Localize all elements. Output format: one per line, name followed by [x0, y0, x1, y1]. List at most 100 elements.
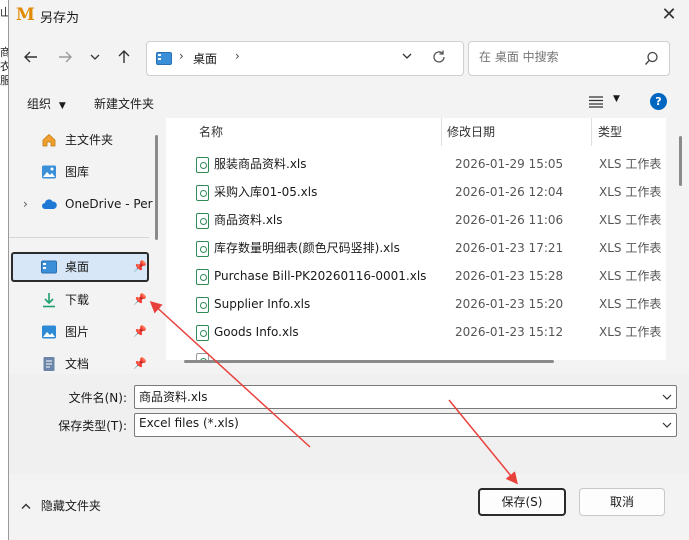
column-header-type[interactable]: 类型	[598, 118, 622, 146]
nav-item-downloads[interactable]: 下载 📌	[11, 285, 149, 315]
view-options-button[interactable]: ▼	[587, 93, 627, 111]
filetype-select[interactable]: Excel files (*.xls)	[134, 413, 677, 437]
horizontal-scrollbar-thumb[interactable]	[184, 360, 554, 363]
file-type: XLS 工作表	[599, 325, 662, 339]
excel-file-icon	[196, 213, 209, 229]
file-type: XLS 工作表	[599, 157, 662, 171]
refresh-icon	[433, 50, 445, 63]
hide-folders-button[interactable]: 隐藏文件夹	[21, 497, 101, 514]
up-button[interactable]	[112, 44, 136, 70]
file-type: XLS 工作表	[599, 213, 662, 227]
pin-icon: 📌	[133, 293, 147, 306]
save-form: 文件名(N): 商品资料.xls 保存类型(T): Excel files (*…	[9, 374, 689, 474]
desktop-icon	[156, 52, 172, 65]
file-icon	[196, 353, 209, 360]
window-title: 另存为	[40, 11, 80, 26]
nav-item-pictures[interactable]: 图片 📌	[11, 317, 149, 347]
excel-file-icon	[196, 269, 209, 285]
file-row[interactable]: 采购入库01-05.xls 2026-01-26 12:04 XLS 工作表	[166, 178, 666, 206]
excel-file-icon	[196, 325, 209, 341]
column-divider	[441, 118, 442, 146]
file-row-partial[interactable]	[166, 346, 666, 360]
address-dropdown-button[interactable]	[401, 50, 417, 66]
organize-label: 组织	[27, 97, 52, 111]
nav-divider	[9, 237, 149, 238]
save-as-dialog: M 另存为 ✕ › 桌面 › 在 桌面 中搜索 组织 ▼ 新建文件夹 ▼ ? 主…	[8, 0, 689, 540]
pin-icon: 📌	[133, 357, 147, 370]
file-list: 名称 修改日期 ˇ 类型 服装商品资料.xls 2026-01-29 15:05…	[166, 118, 666, 360]
search-box[interactable]	[468, 41, 670, 76]
app-logo-icon: M	[16, 5, 35, 25]
nav-item-label: 主文件夹	[65, 133, 114, 147]
refresh-button[interactable]	[431, 49, 449, 67]
filename-label: 文件名(N):	[68, 391, 127, 405]
file-date: 2026-01-23 15:20	[455, 297, 564, 311]
recent-locations-button[interactable]	[83, 44, 107, 70]
file-row[interactable]: Goods Info.xls 2026-01-23 15:12 XLS 工作表	[166, 318, 666, 346]
home-icon	[42, 133, 56, 147]
column-header-name[interactable]: 名称	[199, 118, 223, 146]
nav-item-documents[interactable]: 文档 📌	[11, 349, 149, 374]
filename-input[interactable]: 商品资料.xls	[139, 388, 208, 405]
chevron-right-icon: ›	[23, 197, 28, 211]
scrollbar-thumb[interactable]	[679, 136, 682, 186]
filetype-label: 保存类型(T):	[58, 419, 127, 433]
sort-chevron-icon: ˇ	[513, 118, 519, 124]
file-row[interactable]: 库存数量明细表(颜色尺码竖排).xls 2026-01-23 17:21 XLS…	[166, 234, 666, 262]
excel-file-icon	[196, 241, 209, 257]
close-button[interactable]: ✕	[654, 2, 684, 28]
nav-item-onedrive[interactable]: › OneDrive - Per	[11, 189, 153, 219]
nav-scrollbar[interactable]	[155, 135, 158, 240]
file-row[interactable]: Purchase Bill-PK20260116-0001.xls 2026-0…	[166, 262, 666, 290]
column-header-date[interactable]: 修改日期	[447, 118, 495, 146]
breadcrumb-location[interactable]: 桌面	[193, 50, 217, 67]
pictures-icon	[42, 325, 56, 339]
file-name: 库存数量明细表(颜色尺码竖排).xls	[214, 241, 400, 255]
file-type: XLS 工作表	[599, 185, 662, 199]
nav-item-label: 图片	[65, 325, 90, 339]
excel-file-icon	[196, 185, 209, 201]
file-row[interactable]: 商品资料.xls 2026-01-26 11:06 XLS 工作表	[166, 206, 666, 234]
nav-item-label: 图库	[65, 165, 90, 179]
file-date: 2026-01-23 15:28	[455, 269, 564, 283]
documents-icon	[43, 357, 55, 371]
nav-item-home[interactable]: 主文件夹	[11, 125, 149, 155]
pin-icon: 📌	[133, 260, 147, 273]
save-button[interactable]: 保存(S)	[478, 488, 566, 516]
file-row[interactable]: 服装商品资料.xls 2026-01-29 15:05 XLS 工作表	[166, 150, 666, 178]
nav-item-label: 桌面	[65, 260, 90, 274]
forward-button[interactable]	[53, 44, 77, 70]
organize-button[interactable]: 组织 ▼	[27, 95, 66, 112]
file-name: Goods Info.xls	[214, 325, 299, 339]
file-row[interactable]: Supplier Info.xls 2026-01-23 15:20 XLS 工…	[166, 290, 666, 318]
title-bar: M 另存为 ✕	[9, 0, 689, 31]
gallery-icon	[42, 165, 56, 179]
address-bar[interactable]: › 桌面 ›	[146, 41, 464, 76]
navigation-pane: 主文件夹 图库 › OneDrive - Per 桌面 📌 下载 📌 图片 📌	[9, 118, 158, 374]
new-folder-button[interactable]: 新建文件夹	[94, 95, 154, 112]
list-view-icon	[589, 96, 603, 108]
file-date: 2026-01-23 17:21	[455, 241, 564, 255]
search-input[interactable]	[477, 49, 641, 65]
breadcrumb-chevron-icon: ›	[179, 49, 184, 63]
help-button[interactable]: ?	[650, 93, 667, 110]
nav-item-desktop[interactable]: 桌面 📌	[11, 252, 149, 282]
file-name: Purchase Bill-PK20260116-0001.xls	[214, 269, 427, 283]
arrow-right-icon	[59, 51, 72, 63]
file-date: 2026-01-23 15:12	[455, 325, 564, 339]
chevron-down-icon	[662, 394, 672, 400]
chevron-up-icon	[21, 503, 31, 509]
close-icon: ✕	[661, 4, 677, 25]
search-icon	[644, 51, 658, 65]
file-date: 2026-01-26 11:06	[455, 213, 564, 227]
nav-item-gallery[interactable]: 图库	[11, 157, 149, 187]
chevron-down-icon	[90, 54, 100, 60]
chevron-down-icon	[662, 422, 672, 428]
cancel-button[interactable]: 取消	[579, 488, 665, 516]
back-button[interactable]	[19, 44, 43, 70]
filename-combobox[interactable]: 商品资料.xls	[134, 385, 677, 409]
nav-item-label: 文档	[65, 357, 90, 371]
file-name: 服装商品资料.xls	[214, 157, 307, 171]
help-icon: ?	[655, 95, 662, 108]
file-type: XLS 工作表	[599, 269, 662, 283]
